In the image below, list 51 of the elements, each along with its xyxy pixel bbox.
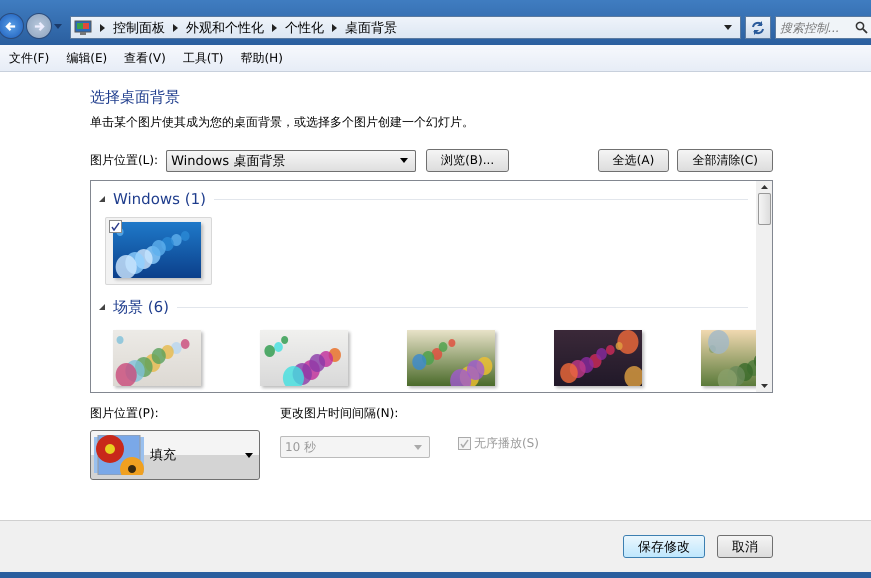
scrollbar-thumb[interactable] — [758, 193, 770, 225]
monitor-icon — [74, 20, 92, 36]
arrow-right-icon — [33, 20, 45, 32]
menu-item[interactable]: 编辑(E) — [66, 50, 108, 66]
chevron-icon[interactable] — [173, 24, 178, 32]
dropdown-icon — [245, 452, 253, 458]
wallpaper-thumbnail[interactable] — [105, 217, 212, 285]
forward-button[interactable] — [26, 13, 52, 39]
flower-icon — [94, 435, 144, 475]
address-bar[interactable]: 控制面板 外观和个性化 个性化 桌面背景 — [70, 16, 741, 39]
page-title: 选择桌面背景 — [90, 88, 181, 107]
menu-item[interactable]: 查看(V) — [124, 50, 166, 66]
menu-item[interactable]: 帮助(H) — [240, 50, 283, 66]
interval-label: 更改图片时间间隔(N): — [280, 405, 400, 422]
checkbox[interactable] — [109, 220, 122, 233]
menu-item[interactable]: 工具(T) — [182, 50, 224, 66]
clear-all-button[interactable]: 全部清除(C) — [677, 149, 773, 172]
breadcrumb[interactable]: 个性化 — [285, 18, 324, 36]
search-icon[interactable] — [855, 21, 868, 34]
dropdown-icon — [414, 444, 422, 450]
dropdown-icon — [400, 158, 408, 163]
collapse-icon[interactable] — [99, 196, 105, 202]
location-label: 图片位置(L): — [90, 152, 158, 169]
position-label: 图片位置(P): — [90, 405, 160, 422]
breadcrumb[interactable]: 外观和个性化 — [186, 18, 264, 36]
browse-button[interactable]: 浏览(B)... — [426, 149, 510, 172]
select-all-button[interactable]: 全选(A) — [598, 149, 670, 172]
collapse-icon[interactable] — [99, 304, 105, 310]
dropdown-icon[interactable] — [724, 25, 732, 30]
menu-item[interactable]: 文件(F) — [9, 50, 50, 66]
chevron-icon[interactable] — [100, 24, 105, 32]
scroll-up-icon[interactable] — [760, 185, 768, 189]
breadcrumb[interactable]: 桌面背景 — [345, 18, 397, 36]
back-button[interactable] — [0, 13, 24, 39]
breadcrumb[interactable]: 控制面板 — [113, 18, 165, 36]
save-button[interactable]: 保存修改 — [623, 535, 705, 558]
chevron-icon[interactable] — [332, 24, 337, 32]
scroll-down-icon[interactable] — [760, 384, 768, 388]
refresh-button[interactable] — [745, 16, 771, 39]
location-dropdown[interactable]: Windows 桌面背景 — [166, 150, 416, 172]
scrollbar[interactable] — [756, 181, 772, 392]
description: 单击某个图片使其成为您的桌面背景，或选择多个图片创建一个幻灯片。 — [90, 114, 475, 131]
chevron-icon[interactable] — [272, 24, 277, 32]
refresh-icon — [750, 20, 766, 36]
cancel-button[interactable]: 取消 — [717, 535, 773, 558]
shuffle-label: 无序播放(S) — [474, 435, 539, 452]
group-title[interactable]: 场景 (6) — [113, 298, 170, 316]
position-dropdown[interactable]: 填充 — [90, 430, 260, 480]
arrow-left-icon — [5, 20, 17, 32]
search-field[interactable]: 搜索控制... — [775, 16, 871, 39]
group-title[interactable]: Windows (1) — [113, 190, 206, 208]
